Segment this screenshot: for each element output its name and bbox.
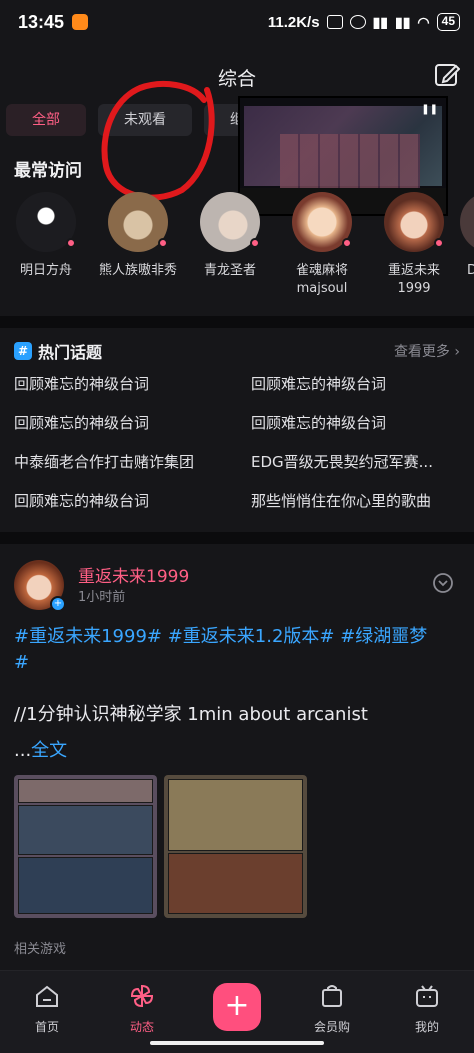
comic-panel bbox=[18, 857, 153, 914]
alarm-icon bbox=[349, 15, 366, 29]
wifi-icon: ◠ bbox=[417, 13, 430, 30]
hot-topics-title: 热门话题 bbox=[38, 343, 103, 362]
read-full-link[interactable]: 全文 bbox=[31, 740, 67, 761]
signal-icon-2: ▮▮ bbox=[395, 13, 411, 30]
publish-button[interactable]: + bbox=[213, 983, 261, 1031]
post-author-name[interactable]: 重返未来1999 bbox=[78, 562, 189, 587]
shopping-bag-icon bbox=[322, 985, 342, 1007]
related-games-label: 相关游戏 bbox=[14, 942, 67, 957]
comic-panel bbox=[168, 779, 303, 851]
signal-icon: ▮▮ bbox=[372, 13, 388, 30]
top-header: 综合 bbox=[0, 56, 474, 96]
tv-icon bbox=[416, 985, 438, 1007]
frequent-item-name-line2: majsoul bbox=[296, 281, 348, 296]
nav-mine-label: 我的 bbox=[414, 1020, 439, 1034]
frequent-title: 最常访问 bbox=[14, 161, 82, 181]
page-title: 综合 bbox=[217, 68, 256, 90]
update-dot bbox=[250, 238, 260, 248]
see-more-label: 查看更多 bbox=[393, 344, 450, 360]
frequent-item-name: 重返未来 1999 bbox=[388, 262, 440, 298]
topic-item[interactable]: 中泰缅老合作打击赌诈集团 bbox=[14, 452, 251, 472]
hot-topics-grid: 回顾难忘的神级台词 回顾难忘的神级台词 回顾难忘的神级台词 回顾难忘的神级台词 … bbox=[14, 374, 464, 511]
post-tags[interactable]: #重返未来1999# #重返未来1.2版本# #绿湖噩梦 # bbox=[14, 624, 464, 676]
frequent-item[interactable]: 雀魂麻将 majsoul bbox=[276, 192, 368, 302]
post-tags-line1[interactable]: #重返未来1999# #重返未来1.2版本# #绿湖噩梦 bbox=[14, 624, 464, 650]
avatar bbox=[200, 192, 260, 252]
frequent-item[interactable]: 青龙圣者 bbox=[184, 192, 276, 302]
notification-app-icon bbox=[72, 14, 89, 30]
frequent-item-name: 雀魂麻将 majsoul bbox=[296, 262, 348, 298]
status-bar: 13:45 11.2K/s ▮▮ ▮▮ ◠ 45 bbox=[0, 0, 474, 44]
frequent-item-name: 熊人族嗷非秀 bbox=[98, 263, 177, 278]
post-ellipsis: ... bbox=[14, 740, 32, 761]
nav-home-label: 首页 bbox=[34, 1020, 59, 1034]
post-image-1[interactable] bbox=[14, 775, 157, 918]
frequent-item-name-line1: 雀魂麻将 bbox=[295, 263, 348, 278]
frequent-item[interactable]: 重返未来 1999 bbox=[368, 192, 460, 302]
frequent-item-name: 明日方舟 bbox=[19, 263, 72, 278]
nav-home[interactable]: 首页 bbox=[15, 983, 79, 1035]
topic-item[interactable]: 回顾难忘的神级台词 bbox=[251, 413, 464, 433]
battery-icon: 45 bbox=[436, 13, 460, 31]
post-body: //1分钟认识神秘学家 1min about arcanist bbox=[14, 704, 368, 725]
nav-dynamic[interactable]: 动态 bbox=[110, 983, 174, 1035]
update-dot bbox=[434, 238, 444, 248]
tab-all[interactable]: 全部 bbox=[6, 104, 86, 136]
avatar bbox=[16, 192, 76, 252]
status-indicators: 11.2K/s ▮▮ ▮▮ ◠ 45 bbox=[268, 13, 460, 31]
topic-item[interactable]: 回顾难忘的神级台词 bbox=[14, 413, 251, 433]
nav-mine[interactable]: 我的 bbox=[395, 983, 459, 1035]
frequent-item-name: D bbox=[466, 263, 474, 278]
frequent-item[interactable]: D bbox=[460, 192, 474, 302]
post-author-avatar[interactable]: + bbox=[14, 560, 66, 612]
frequent-item[interactable]: 明日方舟 bbox=[0, 192, 92, 302]
frequent-item-name: 青龙圣者 bbox=[203, 263, 256, 278]
topic-item[interactable]: 回顾难忘的神级台词 bbox=[251, 374, 464, 394]
video-game-board bbox=[280, 134, 420, 194]
bottom-navigation: 首页 动态 + 会员购 我的 bbox=[0, 970, 474, 1053]
update-dot bbox=[158, 238, 168, 248]
avatar bbox=[460, 192, 474, 252]
nav-shop[interactable]: 会员购 bbox=[300, 983, 364, 1035]
avatar bbox=[108, 192, 168, 252]
verified-badge-icon: + bbox=[50, 596, 66, 612]
comic-panel bbox=[168, 853, 303, 914]
home-icon bbox=[36, 985, 58, 1007]
post-image-2[interactable] bbox=[164, 775, 307, 918]
post-time: 1小时前 bbox=[78, 590, 126, 605]
frequent-item-name-line2: 1999 bbox=[397, 281, 431, 296]
hot-topics-header: # 热门话题 查看更多 › bbox=[14, 338, 460, 364]
pause-icon[interactable]: ❚❚ bbox=[421, 104, 438, 115]
more-options-icon[interactable] bbox=[432, 572, 454, 594]
topic-item[interactable]: 那些悄悄住在你心里的歌曲 bbox=[251, 491, 464, 511]
post-tags-line2[interactable]: # bbox=[14, 650, 464, 676]
frequent-item[interactable]: 熊人族嗷非秀 bbox=[92, 192, 184, 302]
status-time: 13:45 bbox=[18, 11, 65, 32]
chevron-right-icon: › bbox=[454, 344, 460, 360]
topic-item[interactable]: 回顾难忘的神级台词 bbox=[14, 491, 251, 511]
hashtag-icon: # bbox=[14, 342, 32, 360]
section-divider bbox=[0, 316, 474, 328]
nav-shop-label: 会员购 bbox=[313, 1020, 350, 1034]
section-divider bbox=[0, 532, 474, 544]
topic-item[interactable]: EDG晋级无畏契约冠军赛... bbox=[251, 452, 464, 472]
post-expand: ...全文 bbox=[14, 736, 67, 762]
topic-item[interactable]: 回顾难忘的神级台词 bbox=[14, 374, 251, 394]
nfc-icon bbox=[326, 15, 343, 29]
update-dot bbox=[66, 238, 76, 248]
avatar bbox=[384, 192, 444, 252]
update-dot bbox=[342, 238, 352, 248]
frequent-list: 明日方舟 熊人族嗷非秀 青龙圣者 雀魂麻将 majsoul 重返未来 1999 D bbox=[0, 192, 474, 302]
pinwheel-icon bbox=[130, 984, 154, 1008]
nav-dynamic-label: 动态 bbox=[129, 1020, 154, 1034]
network-speed: 11.2K/s bbox=[267, 13, 320, 31]
avatar bbox=[292, 192, 352, 252]
comic-panel bbox=[18, 805, 153, 855]
home-indicator bbox=[150, 1041, 324, 1045]
frequent-item-name-line1: 重返未来 bbox=[387, 263, 440, 278]
edit-icon[interactable] bbox=[434, 62, 460, 88]
comic-panel bbox=[18, 779, 153, 803]
red-circle-annotation bbox=[101, 81, 215, 201]
see-more-link[interactable]: 查看更多 › bbox=[394, 341, 460, 361]
